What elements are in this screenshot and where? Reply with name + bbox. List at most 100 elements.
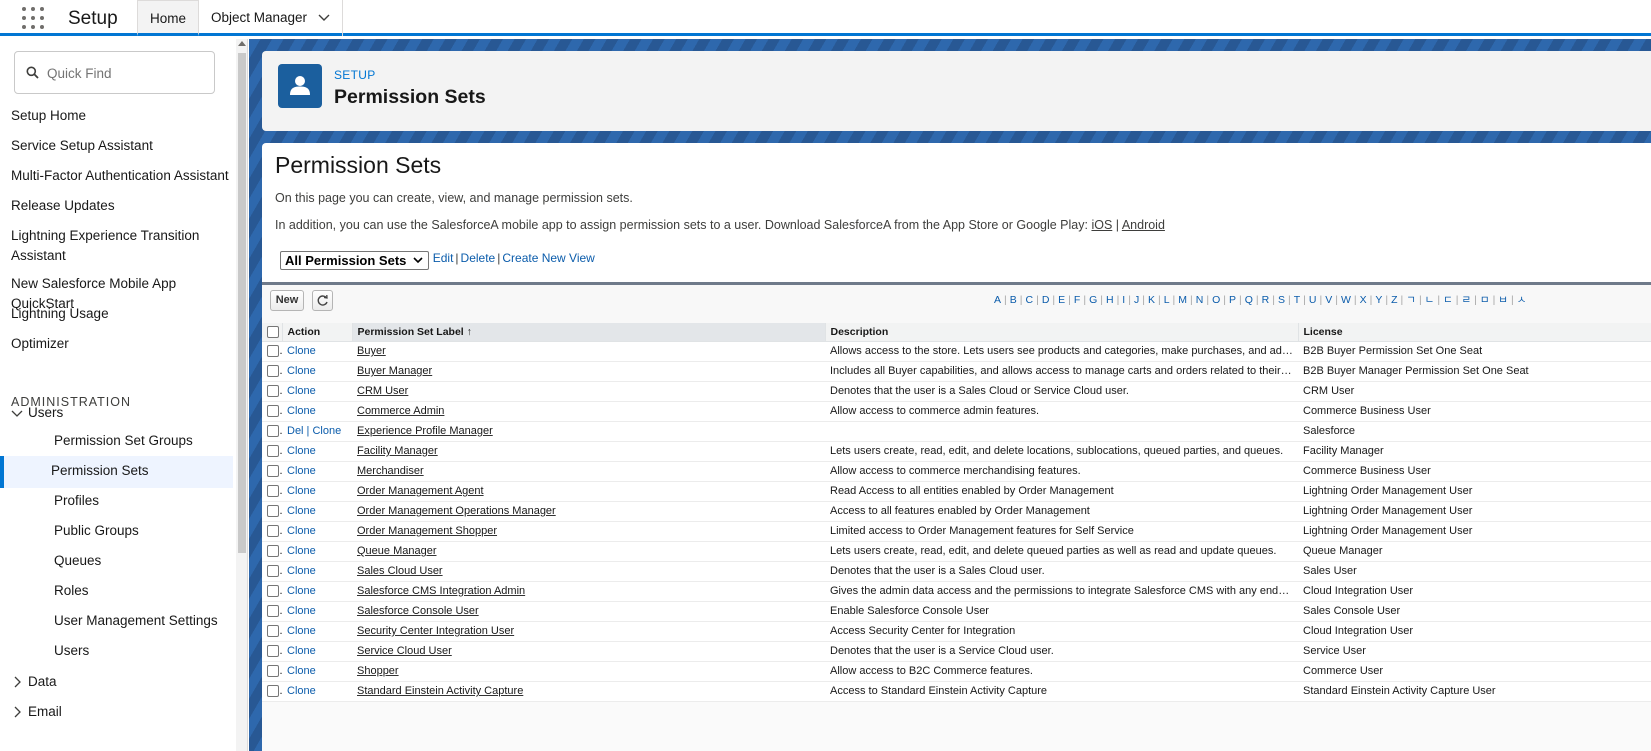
- row-checkbox[interactable]: [267, 465, 279, 478]
- alpha-filter-letter[interactable]: Z: [1391, 294, 1397, 306]
- sidebar-item-users[interactable]: Users: [54, 643, 89, 658]
- alpha-filter-letter[interactable]: ㅂ: [1498, 294, 1508, 306]
- sidebar-scrollbar[interactable]: [236, 39, 247, 751]
- tab-home[interactable]: Home: [137, 0, 199, 36]
- permission-set-label-link[interactable]: Queue Manager: [352, 541, 825, 562]
- column-header-license[interactable]: License: [1298, 323, 1651, 342]
- create-view-link[interactable]: Create New View: [502, 251, 594, 265]
- alpha-filter-letter[interactable]: V: [1325, 294, 1332, 306]
- alpha-filter-letter[interactable]: ㄹ: [1461, 294, 1471, 306]
- alpha-filter-letter[interactable]: H: [1106, 294, 1114, 306]
- alpha-filter-letter[interactable]: X: [1360, 294, 1367, 306]
- permission-set-label-link[interactable]: Experience Profile Manager: [352, 421, 825, 442]
- alpha-filter-letter[interactable]: J: [1134, 294, 1139, 306]
- permission-set-label-link[interactable]: Security Center Integration User: [352, 621, 825, 642]
- delete-view-link[interactable]: Delete: [461, 251, 496, 265]
- row-checkbox[interactable]: [267, 645, 279, 658]
- alpha-filter-letter[interactable]: ㄷ: [1443, 294, 1453, 306]
- alpha-filter-letter[interactable]: B: [1010, 294, 1017, 306]
- sidebar-item-roles[interactable]: Roles: [54, 583, 89, 598]
- row-checkbox[interactable]: [267, 445, 279, 458]
- column-header-label[interactable]: Permission Set Label ↑: [352, 323, 826, 342]
- app-launcher-icon[interactable]: [22, 7, 44, 29]
- permission-set-label-link[interactable]: Salesforce Console User: [352, 601, 825, 622]
- new-button[interactable]: New: [270, 290, 304, 311]
- chevron-right-icon[interactable]: [11, 676, 23, 688]
- permission-set-label-link[interactable]: Service Cloud User: [352, 641, 825, 662]
- permission-set-label-link[interactable]: Shopper: [352, 661, 825, 682]
- alpha-filter-letter[interactable]: N: [1196, 294, 1204, 306]
- alpha-filter-letter[interactable]: M: [1178, 294, 1187, 306]
- alpha-filter-letter[interactable]: A: [994, 294, 1001, 306]
- sidebar-item-service-setup-assistant[interactable]: Service Setup Assistant: [11, 136, 237, 156]
- android-link[interactable]: Android: [1122, 218, 1165, 232]
- sidebar-item-lightning-usage[interactable]: Lightning Usage: [11, 304, 237, 324]
- alpha-filter-letter[interactable]: ㄴ: [1425, 294, 1435, 306]
- row-checkbox[interactable]: [267, 405, 279, 418]
- alpha-filter-letter[interactable]: K: [1148, 294, 1155, 306]
- alpha-filter-letter[interactable]: D: [1042, 294, 1050, 306]
- alpha-filter-letter[interactable]: ㄱ: [1406, 294, 1416, 306]
- permission-set-label-link[interactable]: Order Management Shopper: [352, 521, 825, 542]
- sidebar-item-permission-set-groups[interactable]: Permission Set Groups: [54, 433, 193, 448]
- row-action-link[interactable]: Clone: [287, 605, 316, 617]
- refresh-button[interactable]: [312, 290, 333, 311]
- row-action-link[interactable]: Clone: [287, 665, 316, 677]
- alpha-filter-letter[interactable]: F: [1074, 294, 1080, 306]
- edit-view-link[interactable]: Edit: [433, 251, 454, 265]
- row-action-link[interactable]: Clone: [287, 345, 316, 357]
- row-action-link[interactable]: Clone: [287, 685, 316, 697]
- permission-set-label-link[interactable]: Sales Cloud User: [352, 561, 825, 582]
- alpha-filter-letter[interactable]: C: [1026, 294, 1034, 306]
- row-checkbox[interactable]: [267, 605, 279, 618]
- alpha-filter-letter[interactable]: ㅅ: [1517, 294, 1527, 306]
- row-checkbox[interactable]: [267, 365, 279, 378]
- alpha-filter-letter[interactable]: U: [1309, 294, 1317, 306]
- row-action-link[interactable]: Clone: [287, 445, 316, 457]
- sidebar-group-users[interactable]: Users: [28, 403, 247, 423]
- row-action-link[interactable]: Clone: [287, 365, 316, 377]
- tab-object-manager[interactable]: Object Manager: [199, 0, 343, 36]
- permission-set-label-link[interactable]: Order Management Operations Manager: [352, 501, 825, 522]
- ios-link[interactable]: iOS: [1091, 218, 1112, 232]
- permission-set-label-link[interactable]: CRM User: [352, 381, 825, 402]
- permission-set-label-link[interactable]: Salesforce CMS Integration Admin: [352, 581, 825, 602]
- alpha-filter-letter[interactable]: I: [1122, 294, 1125, 306]
- sidebar-item-release-updates[interactable]: Release Updates: [11, 196, 237, 216]
- alpha-filter-letter[interactable]: G: [1089, 294, 1097, 306]
- alpha-filter-letter[interactable]: R: [1262, 294, 1270, 306]
- permission-set-label-link[interactable]: Standard Einstein Activity Capture: [352, 681, 825, 702]
- chevron-down-icon[interactable]: [11, 407, 23, 419]
- quick-find-input[interactable]: [47, 62, 207, 84]
- row-action-link[interactable]: Clone: [287, 565, 316, 577]
- sidebar-item-profiles[interactable]: Profiles: [54, 493, 99, 508]
- alpha-filter-letter[interactable]: T: [1294, 294, 1300, 306]
- sidebar-group-data[interactable]: Data: [28, 672, 247, 692]
- permission-set-label-link[interactable]: Commerce Admin: [352, 401, 825, 422]
- row-checkbox[interactable]: [267, 505, 279, 518]
- sidebar-item-setup-home[interactable]: Setup Home: [11, 106, 237, 126]
- column-header-description[interactable]: Description: [825, 323, 1299, 342]
- row-checkbox[interactable]: [267, 345, 279, 358]
- alpha-filter-letter[interactable]: L: [1164, 294, 1170, 306]
- row-action-link[interactable]: Clone: [287, 545, 316, 557]
- breadcrumb[interactable]: SETUP: [334, 68, 376, 82]
- sidebar-item-lightning-transition-assistant[interactable]: Lightning Experience Transition Assistan…: [11, 226, 211, 266]
- permission-set-label-link[interactable]: Order Management Agent: [352, 481, 825, 502]
- sidebar-item-optimizer[interactable]: Optimizer: [11, 334, 237, 354]
- sidebar-item-user-management-settings[interactable]: User Management Settings: [54, 613, 218, 628]
- scroll-up-arrow[interactable]: [238, 41, 246, 46]
- view-select[interactable]: All Permission Sets: [280, 251, 430, 270]
- row-action-link[interactable]: Clone: [287, 485, 316, 497]
- row-checkbox[interactable]: [267, 545, 279, 558]
- row-action-link[interactable]: Clone: [287, 405, 316, 417]
- alpha-filter-letter[interactable]: W: [1341, 294, 1351, 306]
- row-checkbox[interactable]: [267, 665, 279, 678]
- sidebar-item-permission-sets-active[interactable]: Permission Sets: [0, 456, 233, 488]
- row-checkbox[interactable]: [267, 425, 279, 438]
- row-action-link[interactable]: Clone: [287, 625, 316, 637]
- permission-set-label-link[interactable]: Facility Manager: [352, 441, 825, 462]
- row-action-link[interactable]: Clone: [287, 505, 316, 517]
- row-action-link[interactable]: Del | Clone: [287, 425, 341, 437]
- row-checkbox[interactable]: [267, 485, 279, 498]
